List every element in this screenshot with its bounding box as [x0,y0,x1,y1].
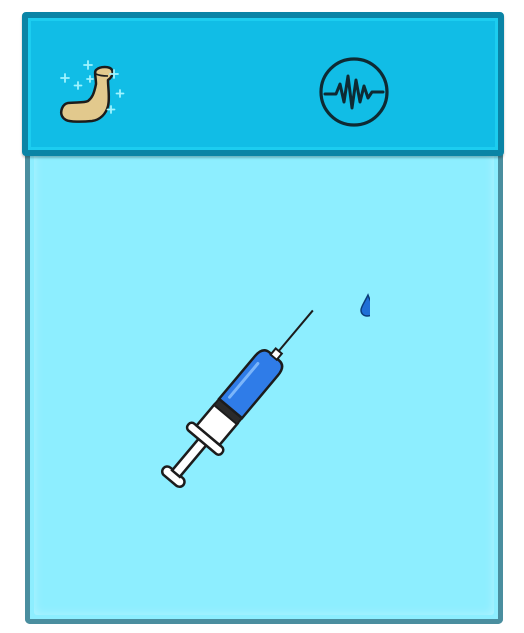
item-card[interactable] [22,12,504,624]
card-header [22,12,504,156]
syringe-icon [160,293,370,489]
heartbeat-pulse-icon [319,57,389,127]
flexed-bicep-icon [60,60,125,123]
